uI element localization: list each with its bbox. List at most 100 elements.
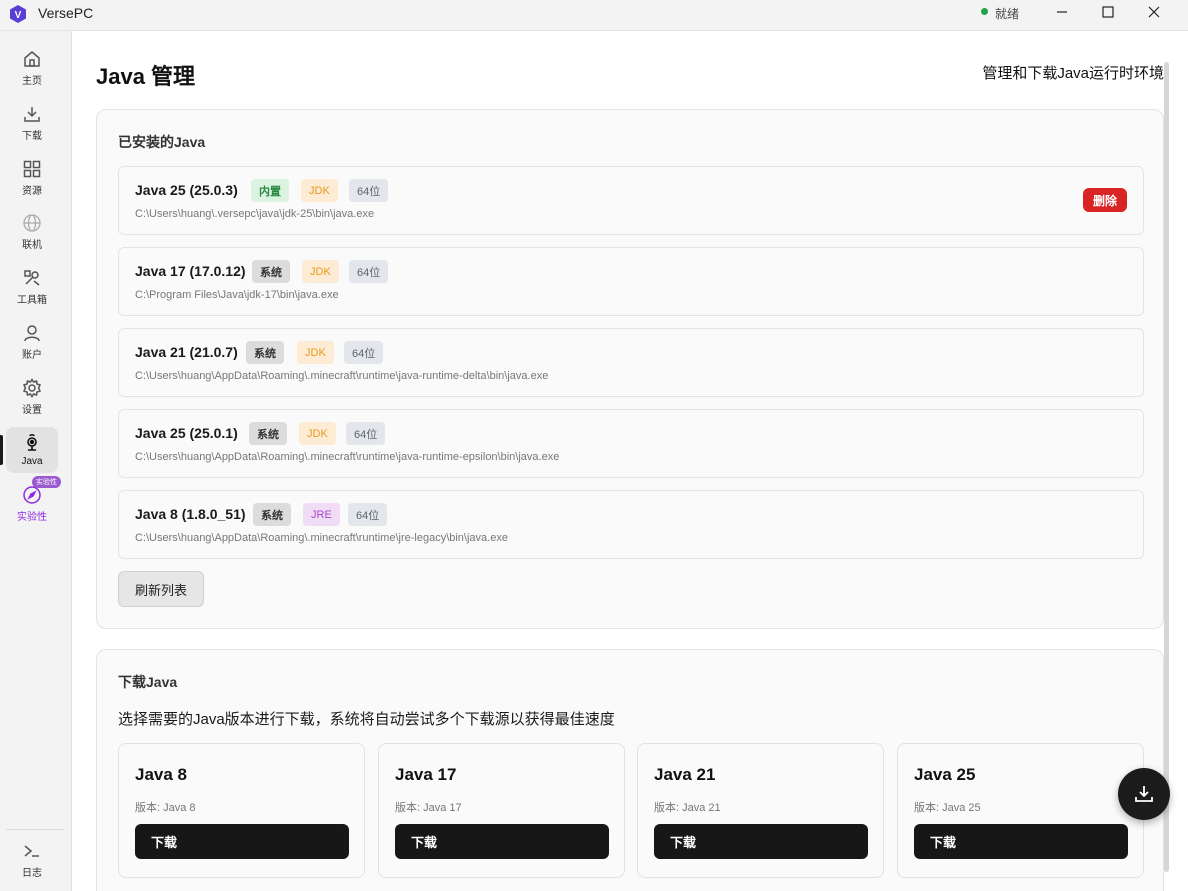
java-row[interactable]: Java 8 (1.8.0_51) 系统 JRE 64位 C:\Users\hu…: [118, 490, 1144, 559]
sidebar-item-label: 工具箱: [17, 295, 47, 306]
sidebar-item-toolbox[interactable]: 工具箱: [6, 264, 58, 310]
source-tag: 系统: [252, 260, 290, 283]
type-tag: JDK: [301, 179, 338, 202]
sidebar-item-label: 联机: [22, 240, 42, 251]
app-logo-icon: V: [10, 5, 26, 23]
source-tag: 系统: [253, 503, 291, 526]
sidebar-item-account[interactable]: 账户: [6, 319, 58, 365]
download-button[interactable]: 下载: [914, 824, 1128, 859]
installed-java-title: 已安装的Java: [118, 134, 206, 150]
sidebar-item-label: 资源: [22, 186, 42, 197]
minimize-button[interactable]: [1039, 0, 1085, 24]
page-title: Java 管理: [96, 64, 196, 89]
grid-icon: [23, 160, 41, 178]
downloads-fab-button[interactable]: [1118, 768, 1170, 820]
java-row[interactable]: Java 25 (25.0.1) 系统 JDK 64位 C:\Users\hua…: [118, 409, 1144, 478]
sidebar-item-resources[interactable]: 资源: [6, 155, 58, 201]
version-name: Java 25: [914, 765, 976, 784]
refresh-list-button[interactable]: 刷新列表: [118, 571, 204, 607]
status-text: 就绪: [995, 7, 1020, 21]
active-indicator: [0, 435, 3, 465]
sidebar-item-multiplayer[interactable]: 联机: [6, 209, 58, 255]
java-version-card: Java 17 版本: Java 17 下载: [378, 743, 625, 878]
app-name: VersePC: [38, 5, 94, 21]
terminal-icon: [24, 845, 39, 857]
globe-icon: [23, 214, 41, 232]
sidebar-item-home[interactable]: 主页: [6, 45, 58, 91]
source-tag: 系统: [249, 422, 287, 445]
version-name: Java 8: [135, 765, 187, 784]
bits-tag: 64位: [344, 341, 384, 364]
sidebar-item-label: 下载: [22, 131, 42, 142]
bits-tag: 64位: [348, 503, 388, 526]
toolbox-icon: [24, 270, 40, 286]
sidebar-item-label: Java: [21, 456, 43, 467]
type-tag: JRE: [303, 503, 340, 526]
version-label: 版本: Java 17: [395, 802, 462, 814]
gear-icon: [22, 378, 42, 398]
type-tag: JDK: [299, 422, 336, 445]
java-name: Java 21 (21.0.7): [135, 344, 238, 360]
version-label: 版本: Java 8: [135, 802, 196, 814]
download-tray-icon: [1135, 786, 1153, 802]
installed-java-card: 已安装的Java Java 25 (25.0.3) 内置 JDK 64位 C:\…: [96, 109, 1164, 629]
version-name: Java 17: [395, 765, 457, 784]
sidebar: 主页 下载 资源 联机 工具箱 账户 设置 Java 实验性 实验性 日志: [0, 31, 72, 891]
close-button[interactable]: [1131, 0, 1177, 24]
scrollbar[interactable]: [1164, 62, 1169, 872]
java-row[interactable]: Java 17 (17.0.12) 系统 JDK 64位 C:\Program …: [118, 247, 1144, 316]
sidebar-item-label: 账户: [22, 350, 42, 361]
java-name: Java 17 (17.0.12): [135, 263, 246, 279]
sidebar-item-label: 实验性: [17, 512, 47, 523]
java-path: C:\Users\huang\AppData\Roaming\.minecraf…: [135, 532, 508, 544]
sidebar-item-download[interactable]: 下载: [6, 100, 58, 146]
download-button[interactable]: 下载: [654, 824, 868, 859]
delete-button[interactable]: 删除: [1082, 188, 1127, 212]
download-icon: [24, 107, 40, 122]
source-tag: 内置: [251, 179, 289, 202]
title-bar: V VersePC 就绪: [0, 0, 1188, 31]
sidebar-item-log[interactable]: 日志: [6, 837, 58, 883]
java-version-card: Java 25 版本: Java 25 下载: [897, 743, 1144, 878]
download-java-card: 下载Java 选择需要的Java版本进行下载，系统将自动尝试多个下载源以获得最佳…: [96, 649, 1164, 891]
java-row[interactable]: Java 21 (21.0.7) 系统 JDK 64位 C:\Users\hua…: [118, 328, 1144, 397]
sidebar-item-label: 设置: [22, 405, 42, 416]
minimize-icon: [1057, 11, 1067, 13]
java-name: Java 25 (25.0.1): [135, 425, 238, 441]
compass-icon: [23, 486, 41, 504]
type-tag: JDK: [302, 260, 339, 283]
version-label: 版本: Java 21: [654, 802, 721, 814]
java-row[interactable]: Java 25 (25.0.3) 内置 JDK 64位 C:\Users\hua…: [118, 166, 1144, 235]
sidebar-item-label: 主页: [22, 76, 42, 87]
sidebar-item-settings[interactable]: 设置: [6, 374, 58, 420]
maximize-button[interactable]: [1085, 0, 1131, 24]
java-path: C:\Users\huang\AppData\Roaming\.minecraf…: [135, 451, 560, 463]
close-icon: [1148, 6, 1160, 18]
experimental-badge: 实验性: [32, 476, 61, 488]
bits-tag: 64位: [346, 422, 386, 445]
status-dot: [981, 8, 988, 15]
user-icon: [24, 325, 40, 342]
sidebar-item-java[interactable]: Java: [6, 427, 58, 473]
java-path: C:\Program Files\Java\jdk-17\bin\java.ex…: [135, 289, 339, 301]
java-path: C:\Users\huang\AppData\Roaming\.minecraf…: [135, 370, 549, 382]
source-tag: 系统: [246, 341, 284, 364]
java-version-card: Java 21 版本: Java 21 下载: [637, 743, 884, 878]
page-subtitle: 管理和下载Java运行时环境: [982, 65, 1164, 82]
bits-tag: 64位: [349, 179, 389, 202]
type-tag: JDK: [297, 341, 334, 364]
maximize-icon: [1102, 6, 1114, 18]
java-path: C:\Users\huang\.versepc\java\jdk-25\bin\…: [135, 208, 375, 220]
download-button[interactable]: 下载: [135, 824, 349, 859]
main-content: Java 管理 管理和下载Java运行时环境 已安装的Java Java 25 …: [72, 31, 1166, 891]
bits-tag: 64位: [349, 260, 389, 283]
java-name: Java 8 (1.8.0_51): [135, 506, 246, 522]
java-name: Java 25 (25.0.3): [135, 182, 238, 198]
download-description: 选择需要的Java版本进行下载，系统将自动尝试多个下载源以获得最佳速度: [118, 711, 615, 728]
version-label: 版本: Java 25: [914, 802, 981, 814]
home-icon: [24, 51, 40, 67]
sidebar-divider: [6, 829, 64, 830]
java-version-card: Java 8 版本: Java 8 下载: [118, 743, 365, 878]
download-button[interactable]: 下载: [395, 824, 609, 859]
svg-text:V: V: [15, 10, 22, 21]
